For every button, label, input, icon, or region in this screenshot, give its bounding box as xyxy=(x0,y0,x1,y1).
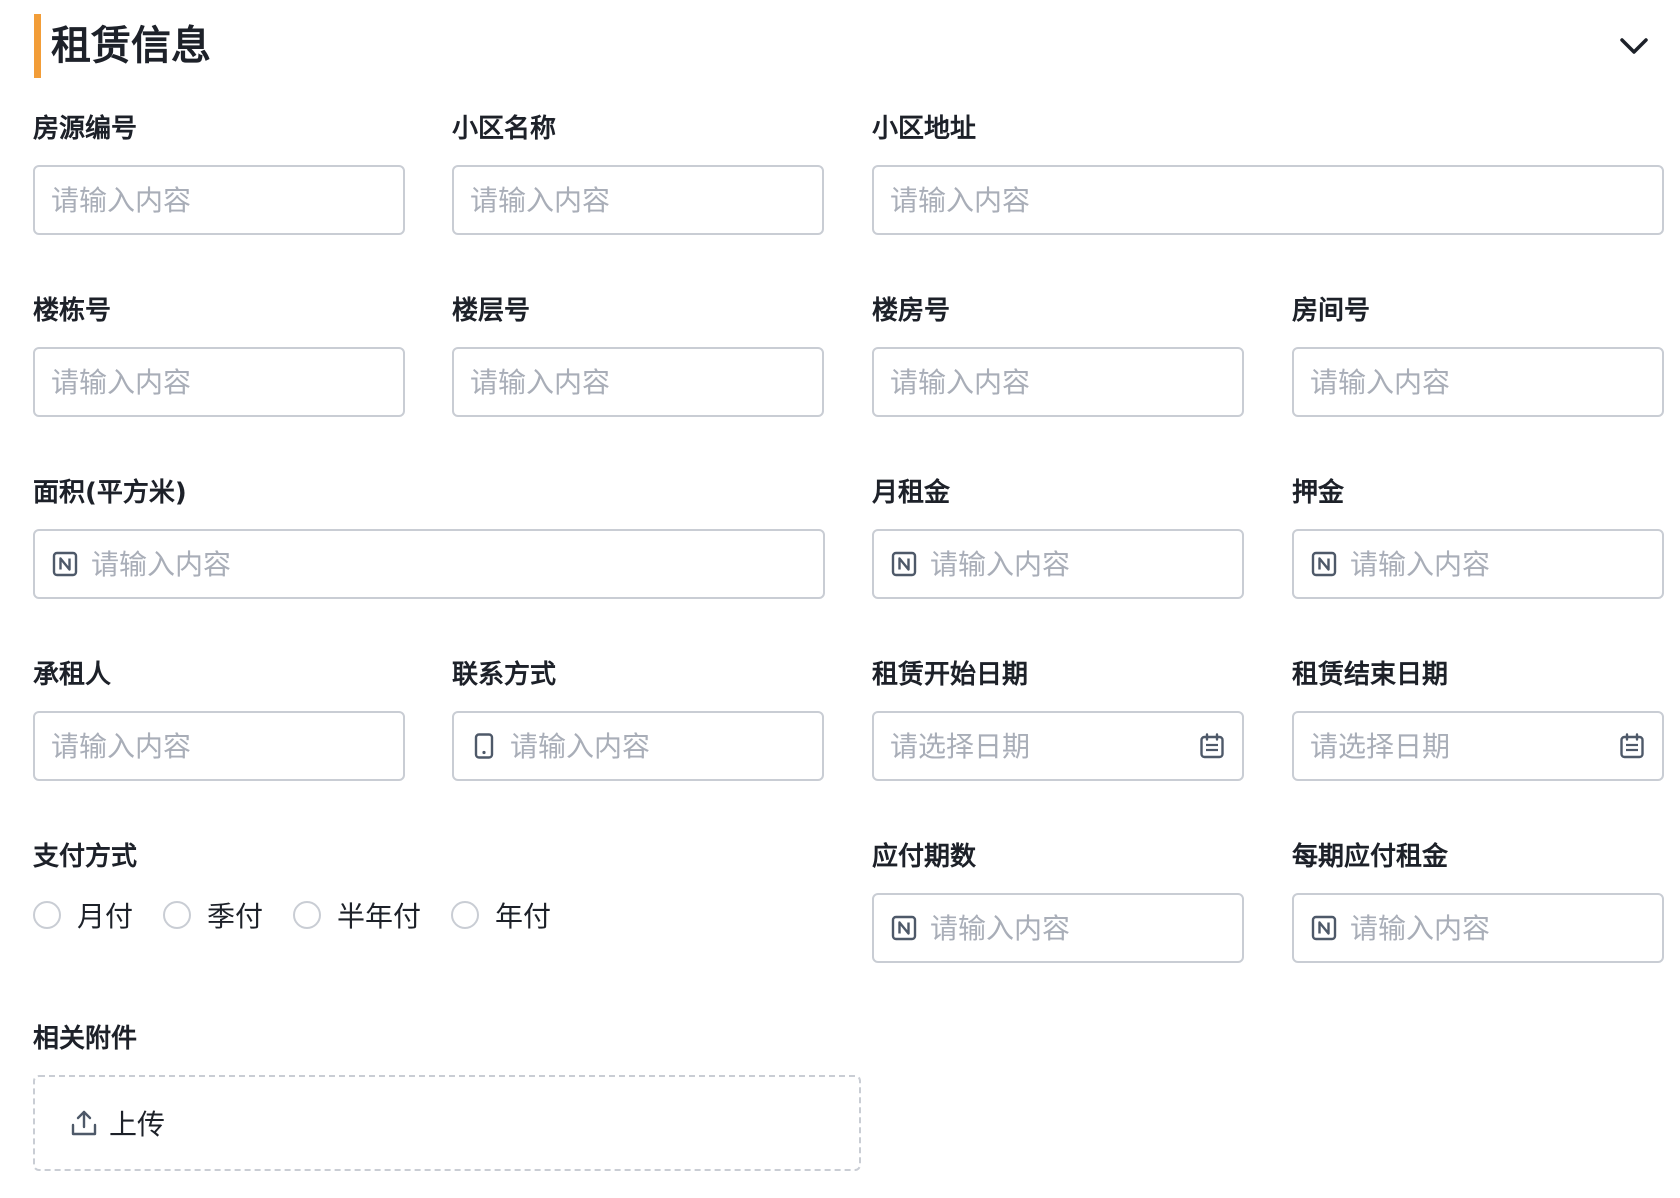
house-code-input[interactable] xyxy=(51,183,387,217)
room-no-input-box[interactable] xyxy=(1292,347,1664,417)
payment-method-radio-group: 月付 季付 半年付 年付 xyxy=(33,893,581,937)
field-label: 相关附件 xyxy=(33,1024,138,1054)
floor-no-input-box[interactable] xyxy=(452,347,824,417)
deposit-input-box[interactable] xyxy=(1292,529,1664,599)
radio-option-half-yearly[interactable]: 半年付 xyxy=(293,895,421,935)
area-input[interactable] xyxy=(91,547,807,581)
field-label: 小区名称 xyxy=(452,114,557,144)
house-code-input-box[interactable] xyxy=(33,165,405,235)
radio-button[interactable] xyxy=(163,901,192,929)
field-label: 面积(平方米) xyxy=(33,478,187,508)
number-icon xyxy=(891,551,917,577)
field-label: 租赁结束日期 xyxy=(1292,660,1449,690)
start-date-input[interactable] xyxy=(890,729,1190,763)
radio-button[interactable] xyxy=(293,901,322,929)
building-no-input[interactable] xyxy=(51,365,387,399)
unit-no-input[interactable] xyxy=(890,365,1226,399)
building-no-input-box[interactable] xyxy=(33,347,405,417)
field-label: 租赁开始日期 xyxy=(872,660,1029,690)
monthly-rent-input-box[interactable] xyxy=(872,529,1244,599)
number-icon xyxy=(1311,551,1337,577)
number-icon xyxy=(52,551,78,577)
field-label: 支付方式 xyxy=(33,842,138,872)
radio-label: 月付 xyxy=(77,900,134,933)
field-label: 承租人 xyxy=(33,660,112,690)
radio-button[interactable] xyxy=(451,901,480,929)
chevron-down-icon xyxy=(1620,38,1648,54)
section-header: 租赁信息 xyxy=(34,14,1654,78)
area-input-box[interactable] xyxy=(33,529,825,599)
radio-option-yearly[interactable]: 年付 xyxy=(451,895,551,935)
floor-no-input[interactable] xyxy=(470,365,806,399)
radio-option-monthly[interactable]: 月付 xyxy=(33,895,133,935)
field-label: 房间号 xyxy=(1292,296,1371,326)
room-no-input[interactable] xyxy=(1310,365,1646,399)
contact-input-box[interactable] xyxy=(452,711,824,781)
unit-no-input-box[interactable] xyxy=(872,347,1244,417)
field-label: 小区地址 xyxy=(872,114,977,144)
field-label: 应付期数 xyxy=(872,842,977,872)
field-label: 每期应付租金 xyxy=(1292,842,1449,872)
start-date-picker[interactable] xyxy=(872,711,1244,781)
field-label: 楼栋号 xyxy=(33,296,112,326)
section-title: 租赁信息 xyxy=(51,23,211,69)
installments-input-box[interactable] xyxy=(872,893,1244,963)
phone-icon xyxy=(474,733,494,759)
field-label: 月租金 xyxy=(872,478,951,508)
end-date-picker[interactable] xyxy=(1292,711,1664,781)
field-label: 押金 xyxy=(1292,478,1345,508)
tenant-input[interactable] xyxy=(51,729,387,763)
number-icon xyxy=(891,915,917,941)
field-label: 联系方式 xyxy=(452,660,557,690)
upload-button[interactable]: 上传 xyxy=(33,1075,861,1171)
community-name-input[interactable] xyxy=(470,183,806,217)
field-label: 楼房号 xyxy=(872,296,951,326)
community-address-input[interactable] xyxy=(890,183,1646,217)
community-name-input-box[interactable] xyxy=(452,165,824,235)
upload-icon xyxy=(71,1110,97,1136)
rent-per-period-input[interactable] xyxy=(1350,911,1646,945)
radio-label: 年付 xyxy=(495,900,552,933)
tenant-input-box[interactable] xyxy=(33,711,405,781)
end-date-input[interactable] xyxy=(1310,729,1610,763)
number-icon xyxy=(1311,915,1337,941)
radio-button[interactable] xyxy=(33,901,61,929)
calendar-icon[interactable] xyxy=(1198,732,1226,760)
radio-label: 半年付 xyxy=(337,900,422,933)
monthly-rent-input[interactable] xyxy=(930,547,1226,581)
contact-input[interactable] xyxy=(510,729,806,763)
radio-label: 季付 xyxy=(207,900,264,933)
field-label: 楼层号 xyxy=(452,296,531,326)
community-address-input-box[interactable] xyxy=(872,165,1664,235)
installments-input[interactable] xyxy=(930,911,1226,945)
collapse-toggle-button[interactable] xyxy=(1614,26,1654,66)
radio-option-quarterly[interactable]: 季付 xyxy=(163,895,263,935)
field-label: 房源编号 xyxy=(33,114,138,144)
deposit-input[interactable] xyxy=(1350,547,1646,581)
rent-per-period-input-box[interactable] xyxy=(1292,893,1664,963)
upload-label: 上传 xyxy=(109,1108,166,1141)
calendar-icon[interactable] xyxy=(1618,732,1646,760)
section-accent-bar xyxy=(34,14,41,78)
